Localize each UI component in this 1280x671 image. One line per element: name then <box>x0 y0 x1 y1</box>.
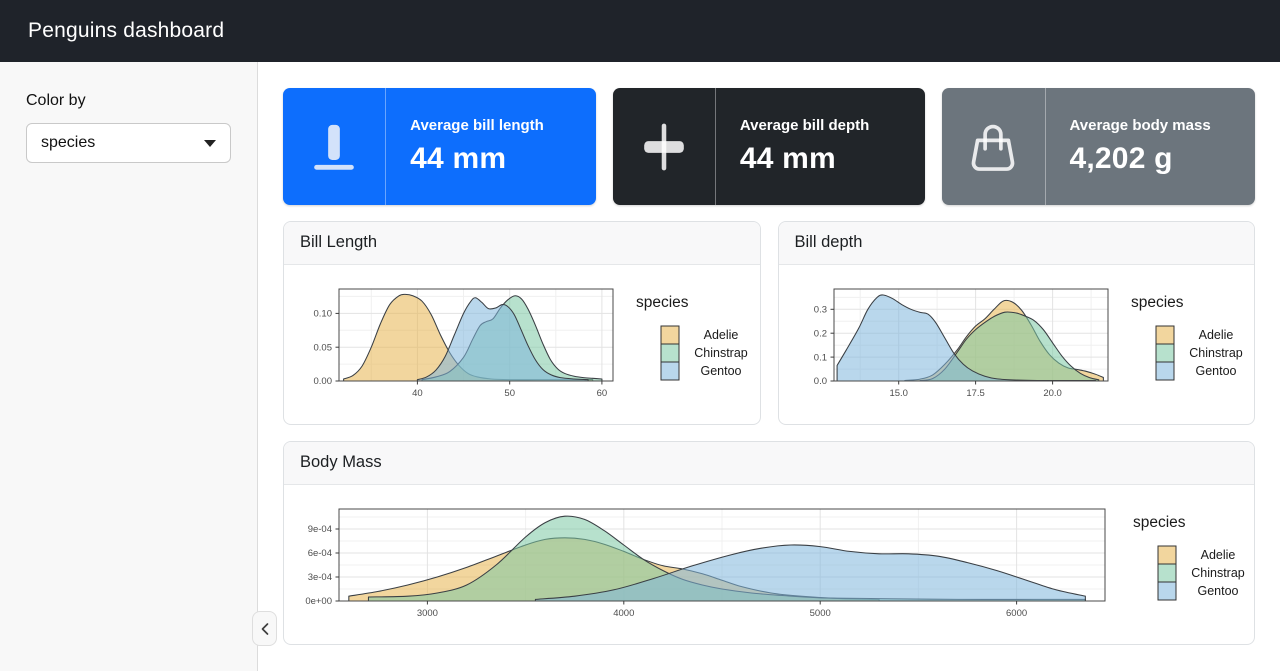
layout: Color by species Average bill length <box>0 62 1280 671</box>
svg-text:0.0: 0.0 <box>813 376 826 387</box>
svg-text:Chinstrap: Chinstrap <box>1191 566 1245 580</box>
value-box-title: Average bill length <box>410 117 571 134</box>
value-box-value: 44 mm <box>740 142 902 176</box>
value-box-content: Average bill depth 44 mm <box>716 88 926 205</box>
svg-text:0.10: 0.10 <box>314 309 333 320</box>
chevron-left-icon <box>260 622 270 636</box>
card-bill-length: Bill Length 40 50 60 0.00 0.05 0.10 species Ade… <box>283 221 761 425</box>
value-box-content: Average bill length 44 mm <box>386 88 595 205</box>
svg-text:0.2: 0.2 <box>813 328 826 339</box>
value-box-title: Average body mass <box>1070 117 1231 134</box>
svg-text:species: species <box>1131 294 1184 311</box>
svg-text:species: species <box>636 294 689 311</box>
value-box-showcase <box>283 88 386 205</box>
svg-text:Chinstrap: Chinstrap <box>1189 346 1243 360</box>
svg-text:Gentoo: Gentoo <box>1197 584 1238 598</box>
svg-text:Adelie: Adelie <box>704 328 739 342</box>
plot-legend: species Adelie Chinstrap Gentoo <box>636 294 748 380</box>
sidebar-collapse-toggle[interactable] <box>252 611 277 646</box>
value-box-value: 44 mm <box>410 142 571 176</box>
card-header: Bill Length <box>284 222 760 265</box>
align-bottom-icon <box>308 121 360 173</box>
value-box-row: Average bill length 44 mm Average bill d… <box>283 88 1255 205</box>
card-body-mass: Body Mass 3000 4000 5000 6000 0e+00 3e-04 6e-0… <box>283 441 1255 645</box>
svg-text:3e-04: 3e-04 <box>308 572 332 583</box>
card-title: Body Mass <box>300 453 382 471</box>
sidebar: Color by species <box>0 62 258 671</box>
svg-text:60: 60 <box>597 388 608 399</box>
caret-down-icon <box>204 140 216 147</box>
svg-text:3000: 3000 <box>417 608 438 619</box>
color-by-label: Color by <box>26 92 231 110</box>
value-box-body-mass: Average body mass 4,202 g <box>942 88 1255 205</box>
color-by-select[interactable]: species <box>26 123 231 163</box>
card-title: Bill depth <box>795 233 863 251</box>
svg-text:Adelie: Adelie <box>1198 328 1233 342</box>
svg-text:species: species <box>1133 514 1186 531</box>
svg-text:6e-04: 6e-04 <box>308 548 332 559</box>
bill-depth-density-plot: 15.0 17.5 20.0 0.0 0.1 0.2 0.3 species Adelie Chi… <box>779 265 1254 423</box>
main-content: Average bill length 44 mm Average bill d… <box>258 62 1280 671</box>
plot-legend: species Adelie Chinstrap Gentoo <box>1131 294 1243 380</box>
svg-text:Adelie: Adelie <box>1201 548 1236 562</box>
svg-text:Gentoo: Gentoo <box>700 364 741 378</box>
svg-text:50: 50 <box>504 388 515 399</box>
svg-text:15.0: 15.0 <box>889 388 908 399</box>
align-center-icon <box>638 121 690 173</box>
svg-text:17.5: 17.5 <box>966 388 985 399</box>
card-header: Body Mass <box>284 442 1254 485</box>
card-bill-depth: Bill depth 15.0 17.5 20.0 0.0 0.1 0.2 0.3 speci… <box>778 221 1256 425</box>
svg-text:Gentoo: Gentoo <box>1195 364 1236 378</box>
app-title: Penguins dashboard <box>28 19 224 43</box>
value-box-content: Average body mass 4,202 g <box>1046 88 1255 205</box>
svg-text:6000: 6000 <box>1006 608 1027 619</box>
value-box-showcase <box>613 88 716 205</box>
value-box-showcase <box>942 88 1045 205</box>
value-box-bill-length: Average bill length 44 mm <box>283 88 596 205</box>
svg-text:4000: 4000 <box>613 608 634 619</box>
svg-text:9e-04: 9e-04 <box>308 524 332 535</box>
plot-cards-row: Bill Length 40 50 60 0.00 0.05 0.10 species Ade… <box>283 221 1255 425</box>
value-box-title: Average bill depth <box>740 117 902 134</box>
card-body: 3000 4000 5000 6000 0e+00 3e-04 6e-04 9e-04 spec… <box>284 485 1254 644</box>
card-title: Bill Length <box>300 233 377 251</box>
svg-text:0.3: 0.3 <box>813 305 826 316</box>
svg-text:0e+00: 0e+00 <box>305 596 332 607</box>
svg-text:20.0: 20.0 <box>1043 388 1062 399</box>
bill-length-density-plot: 40 50 60 0.00 0.05 0.10 species Adelie Chinstrap… <box>284 265 759 423</box>
svg-text:0.1: 0.1 <box>813 352 826 363</box>
svg-text:5000: 5000 <box>810 608 831 619</box>
body-mass-density-plot: 3000 4000 5000 6000 0e+00 3e-04 6e-04 9e-04 spec… <box>284 485 1253 643</box>
color-by-selected-value: species <box>41 134 95 152</box>
handbag-icon <box>965 119 1021 175</box>
svg-text:0.00: 0.00 <box>314 376 333 387</box>
svg-text:0.05: 0.05 <box>314 342 333 353</box>
plot-legend: species Adelie Chinstrap Gentoo <box>1133 514 1245 600</box>
card-header: Bill depth <box>779 222 1255 265</box>
card-body: 40 50 60 0.00 0.05 0.10 species Adelie Chinstrap… <box>284 265 760 424</box>
body-mass-row: Body Mass 3000 4000 5000 6000 0e+00 3e-04 6e-0… <box>283 441 1255 645</box>
svg-text:Chinstrap: Chinstrap <box>694 346 748 360</box>
card-body: 15.0 17.5 20.0 0.0 0.1 0.2 0.3 species Adelie Chi… <box>779 265 1255 424</box>
value-box-bill-depth: Average bill depth 44 mm <box>613 88 926 205</box>
value-box-value: 4,202 g <box>1070 142 1231 176</box>
page-header: Penguins dashboard <box>0 0 1280 62</box>
svg-text:40: 40 <box>412 388 423 399</box>
